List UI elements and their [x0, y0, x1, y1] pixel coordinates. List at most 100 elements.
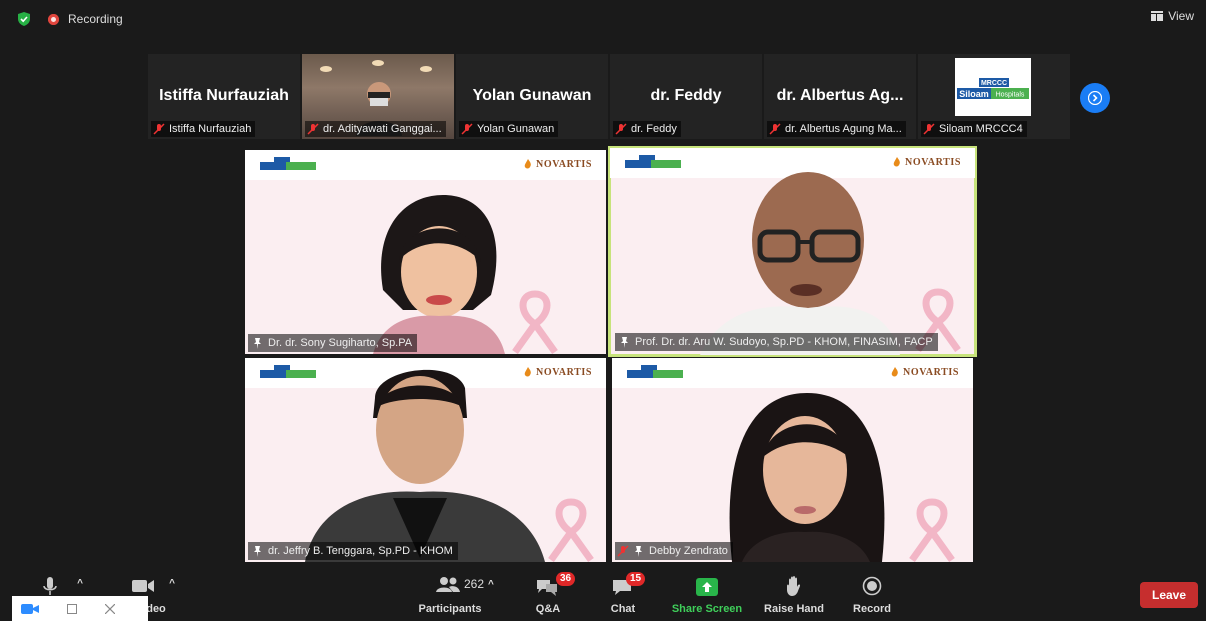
qa-badge: 36	[556, 572, 576, 586]
logo-mrccc-text: MRCCC	[981, 80, 1007, 87]
logo-siloam-text: Siloam	[959, 89, 989, 99]
tile-label-text: dr. Feddy	[631, 123, 677, 135]
video-tile[interactable]: NOVARTIS Debby Zendrato	[612, 358, 973, 562]
pink-ribbon-icon	[909, 498, 955, 562]
view-button[interactable]: View	[1151, 9, 1194, 23]
video-camera-icon	[132, 580, 154, 592]
novartis-logo: NOVARTIS	[524, 159, 592, 170]
top-bar: Recording View	[0, 0, 1206, 38]
tile-label-text: Istiffa Nurfauziah	[169, 123, 252, 135]
meeting-toolbar: ^ deo ^ 262 ^ Participants 36 Q&A 15 Cha…	[0, 570, 1206, 621]
video-name-label: Prof. Dr. dr. Aru W. Sudoyo, Sp.PD - KHO…	[615, 333, 938, 351]
lamp-decoration	[372, 60, 384, 66]
mic-muted-icon	[461, 123, 473, 135]
chat-button[interactable]: 15 Chat	[606, 570, 646, 621]
siloam-logo	[627, 365, 683, 378]
tile-label-text: dr. Adityawati Ganggai...	[323, 123, 442, 135]
speaker-silhouette	[729, 393, 885, 562]
qa-label: Q&A	[535, 603, 561, 615]
shield-icon[interactable]	[17, 12, 31, 26]
share-screen-icon	[696, 578, 718, 596]
participants-count: 262	[464, 577, 485, 591]
view-label: View	[1168, 9, 1194, 23]
novartis-text: NOVARTIS	[536, 159, 592, 170]
speaker-silhouette	[700, 172, 900, 355]
pin-icon	[621, 336, 628, 348]
tile-label: dr. Feddy	[613, 121, 681, 137]
video-name-text: dr. Jeffry B. Tenggara, Sp.PD - KHOM	[268, 545, 453, 557]
tile-display-name: dr. Feddy	[650, 87, 722, 104]
mic-muted-icon	[769, 123, 781, 135]
chevron-up-icon: ^	[77, 578, 83, 589]
maximize-icon[interactable]	[67, 603, 77, 614]
record-icon	[862, 576, 882, 596]
tile-display-name: Yolan Gunawan	[472, 87, 592, 104]
qa-bubble-icon	[537, 580, 557, 596]
video-name-label: Debby Zendrato	[615, 542, 733, 560]
strip-tile[interactable]: Istiffa Nurfauziah Istiffa Nurfauziah	[148, 54, 300, 139]
tile-label: dr. Albertus Agung Ma...	[767, 121, 906, 137]
lamp-decoration	[420, 66, 432, 72]
mic-muted-icon	[615, 123, 627, 135]
raise-hand-button[interactable]: Raise Hand	[762, 570, 826, 621]
tile-label: Yolan Gunawan	[459, 121, 559, 137]
video-tile[interactable]: NOVARTIS dr. Jeffry B. Tenggara, Sp.PD -…	[245, 358, 606, 562]
tile-label: dr. Adityawati Ganggai...	[305, 121, 446, 137]
share-screen-button[interactable]: Share Screen	[670, 570, 744, 621]
video-name-text: Prof. Dr. dr. Aru W. Sudoyo, Sp.PD - KHO…	[635, 336, 933, 348]
zoom-app-icon[interactable]	[21, 603, 41, 615]
strip-tile[interactable]: dr. Albertus Ag... dr. Albertus Agung Ma…	[764, 54, 916, 139]
siloam-mrccc-logo: MRCCC Siloam Hospitals	[955, 58, 1031, 116]
record-button[interactable]: Record	[852, 570, 892, 621]
mini-window-controls	[12, 596, 148, 621]
pin-icon	[635, 545, 642, 557]
recording-icon	[48, 14, 59, 25]
siloam-logo	[625, 155, 681, 168]
raised-hand-icon	[787, 576, 801, 596]
chevron-up-icon: ^	[488, 578, 494, 590]
record-label: Record	[853, 603, 891, 615]
flame-icon	[891, 367, 898, 377]
video-name-text: Dr. dr. Sony Sugiharto, Sp.PA	[268, 337, 413, 349]
novartis-logo: NOVARTIS	[891, 367, 959, 378]
video-options-button[interactable]: ^	[164, 570, 180, 621]
mic-muted-icon	[153, 123, 165, 135]
tile-label-text: dr. Albertus Agung Ma...	[785, 123, 902, 135]
tile-label-text: Yolan Gunawan	[477, 123, 555, 135]
qa-button[interactable]: 36 Q&A	[528, 570, 576, 621]
chevron-right-icon	[1088, 91, 1102, 105]
next-page-button[interactable]	[1080, 83, 1110, 113]
participants-icon-group: 262 ^	[436, 576, 494, 592]
tile-display-name: dr. Albertus Ag...	[776, 87, 904, 104]
participants-button[interactable]: 262 ^ Participants	[410, 570, 494, 621]
pin-icon	[254, 337, 261, 349]
video-tile[interactable]: NOVARTIS Dr. dr. Sony Sugiharto, Sp.PA	[245, 150, 606, 354]
video-name-label: dr. Jeffry B. Tenggara, Sp.PD - KHOM	[248, 542, 458, 560]
grid-view-icon	[1151, 11, 1164, 21]
speaker-silhouette	[305, 369, 545, 562]
participants-icon	[436, 577, 460, 592]
video-tile-active-speaker[interactable]: NOVARTIS Prof. Dr. dr. Aru W. Sudoyo, Sp…	[608, 146, 977, 357]
novartis-text: NOVARTIS	[903, 367, 959, 378]
raise-hand-label: Raise Hand	[764, 603, 824, 615]
speaker-silhouette	[373, 195, 505, 354]
lamp-decoration	[320, 66, 332, 72]
participant-strip: Istiffa Nurfauziah Istiffa Nurfauziah dr…	[148, 54, 1070, 139]
tile-display-name: Istiffa Nurfauziah	[159, 87, 289, 104]
strip-tile[interactable]: MRCCC Siloam Hospitals Siloam MRCCC4	[918, 54, 1070, 139]
video-name-text: Debby Zendrato	[649, 545, 728, 557]
strip-tile[interactable]: dr. Adityawati Ganggai...	[302, 54, 454, 139]
leave-button[interactable]: Leave	[1140, 582, 1198, 608]
tile-label: Siloam MRCCC4	[921, 121, 1027, 137]
pin-icon	[254, 545, 261, 557]
strip-tile[interactable]: dr. Feddy dr. Feddy	[610, 54, 762, 139]
microphone-icon	[43, 577, 57, 595]
tile-label-text: Siloam MRCCC4	[939, 123, 1023, 135]
close-icon[interactable]	[105, 603, 115, 614]
participants-label: Participants	[418, 603, 482, 615]
mic-muted-icon	[617, 545, 629, 557]
mic-muted-icon	[307, 123, 319, 135]
strip-tile[interactable]: Yolan Gunawan Yolan Gunawan	[456, 54, 608, 139]
recording-label: Recording	[68, 12, 123, 26]
brand-bar: NOVARTIS	[612, 358, 973, 388]
